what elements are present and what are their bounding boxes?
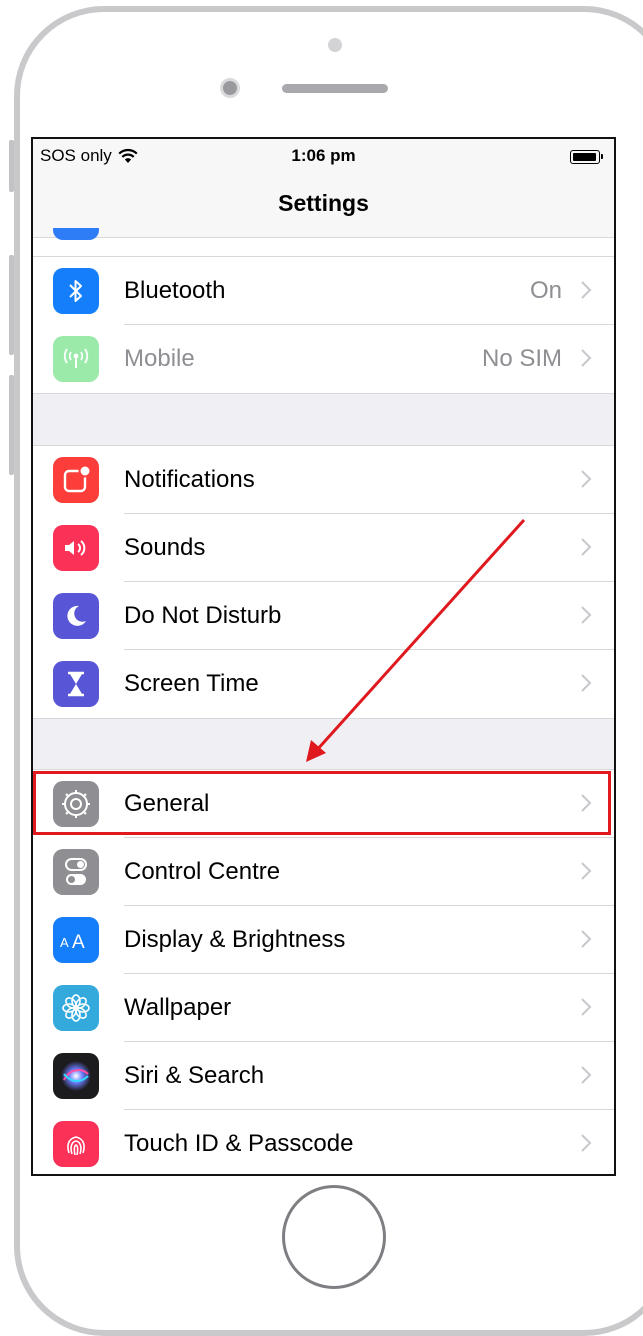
settings-screen: SOS only 1:06 pm Settings Bluetooth On M… — [31, 137, 616, 1176]
chevron-right-icon — [581, 349, 592, 367]
row-label: Touch ID & Passcode — [124, 1130, 354, 1157]
earpiece-speaker — [282, 84, 388, 93]
chevron-right-icon — [581, 1066, 592, 1084]
toggles-icon — [53, 849, 99, 895]
row-label: Do Not Disturb — [124, 602, 282, 629]
chevron-right-icon — [581, 862, 592, 880]
connectivity-group: Bluetooth On Mobile No SIM — [33, 256, 614, 394]
chevron-right-icon — [581, 281, 592, 299]
bluetooth-icon — [53, 268, 99, 314]
notifications-icon — [53, 457, 99, 503]
fingerprint-icon — [53, 1121, 99, 1167]
moon-icon — [53, 593, 99, 639]
nav-title: Settings — [33, 175, 614, 238]
svg-text:A: A — [60, 935, 69, 950]
row-value: No SIM — [481, 345, 562, 372]
chevron-right-icon — [581, 538, 592, 556]
chevron-right-icon — [581, 470, 592, 488]
row-label: Wallpaper — [124, 994, 232, 1021]
row-label: Sounds — [124, 534, 206, 561]
settings-row-control-centre[interactable]: Control Centre — [33, 838, 614, 906]
row-label: Mobile — [124, 345, 195, 372]
text-size-icon: A A — [53, 917, 99, 963]
row-label: Bluetooth — [124, 277, 226, 304]
row-label: Siri & Search — [124, 1062, 265, 1089]
row-label: Notifications — [124, 466, 255, 493]
chevron-right-icon — [581, 674, 592, 692]
row-label: Control Centre — [124, 858, 281, 885]
volume-up-button — [9, 255, 14, 355]
status-time: 1:06 pm — [291, 146, 356, 165]
home-button[interactable] — [282, 1185, 386, 1289]
siri-icon — [53, 1053, 99, 1099]
settings-row-siri-search[interactable]: Siri & Search — [33, 1042, 614, 1110]
settings-row-touch-id[interactable]: Touch ID & Passcode — [33, 1110, 614, 1174]
row-value: On — [529, 277, 562, 304]
antenna-icon — [53, 336, 99, 382]
chevron-right-icon — [581, 998, 592, 1016]
chevron-right-icon — [581, 1134, 592, 1152]
row-label: Display & Brightness — [124, 926, 346, 953]
settings-row-display-brightness[interactable]: A A Display & Brightness — [33, 906, 614, 974]
volume-down-button — [9, 375, 14, 475]
chevron-right-icon — [581, 930, 592, 948]
flower-icon — [53, 985, 99, 1031]
status-bar: SOS only 1:06 pm — [33, 139, 614, 175]
chevron-right-icon — [581, 606, 592, 624]
row-label: Screen Time — [124, 670, 259, 697]
general-highlight-box — [33, 771, 611, 835]
battery-icon — [570, 150, 603, 164]
settings-row-mobile[interactable]: Mobile No SIM — [33, 325, 614, 393]
settings-row-screen-time[interactable]: Screen Time — [33, 650, 614, 718]
front-camera — [220, 78, 240, 98]
svg-text:A: A — [72, 932, 85, 952]
mute-switch — [9, 140, 14, 192]
wifi-settings-icon — [53, 228, 99, 240]
settings-row-do-not-disturb[interactable]: Do Not Disturb — [33, 582, 614, 650]
settings-row-notifications[interactable]: Notifications — [33, 446, 614, 514]
speaker-icon — [53, 525, 99, 571]
settings-row-bluetooth[interactable]: Bluetooth On — [33, 257, 614, 325]
proximity-sensor — [328, 38, 342, 52]
settings-row-sounds[interactable]: Sounds — [33, 514, 614, 582]
notifications-group: Notifications Sounds Do Not Disturb Scre… — [33, 445, 614, 719]
settings-row-wallpaper[interactable]: Wallpaper — [33, 974, 614, 1042]
list-item-partial[interactable] — [33, 228, 614, 256]
hourglass-icon — [53, 661, 99, 707]
